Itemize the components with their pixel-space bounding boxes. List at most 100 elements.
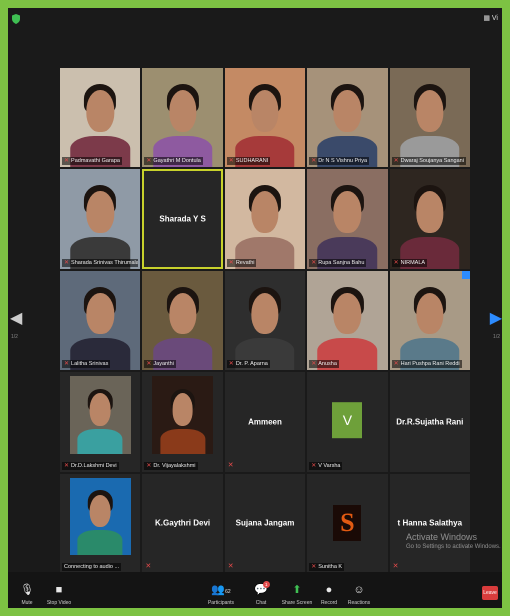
participant-tile[interactable]: Sharada Y S: [142, 169, 223, 269]
participant-name-label: ✕ Dwaraj Soujanya Sangani: [391, 157, 466, 166]
participant-face: [86, 292, 114, 335]
participant-name-label: Connecting to audio ...: [62, 563, 122, 571]
participant-name: Dr.R.Sujatha Rani: [396, 417, 464, 427]
participant-face: [416, 89, 444, 132]
previous-page-arrow-icon[interactable]: ◀: [10, 308, 22, 328]
participant-tile[interactable]: Ammeen ✕: [224, 372, 306, 472]
participant-name-label: ✕ Anusha: [309, 360, 339, 369]
participant-video: [307, 270, 388, 371]
participant-name: Sujana Jangam: [235, 518, 295, 528]
participant-name-label: ✕ Sunitha K: [309, 563, 345, 571]
participant-tile[interactable]: ✕ Anusha: [307, 270, 388, 371]
participant-tile[interactable]: ✕ NIRMALA: [389, 169, 470, 269]
muted-microphone-icon: ✕: [311, 158, 317, 165]
stop-video-button[interactable]: ■ Stop Video: [42, 583, 76, 606]
activate-windows-watermark: Activate Windows Go to Settings to activ…: [406, 532, 501, 550]
participant-video: [60, 270, 141, 371]
participant-video: [389, 68, 470, 168]
muted-microphone-icon: ✕: [64, 158, 70, 165]
participant-tile[interactable]: K.Gaythri Devi ✕: [142, 473, 223, 573]
participant-face: [86, 191, 114, 233]
encryption-shield-icon[interactable]: [12, 14, 20, 24]
participant-tile[interactable]: ✕ Dr. Vijayalakshmi: [142, 372, 223, 472]
participant-face: [168, 89, 197, 132]
participant-face: [172, 393, 193, 426]
participant-tile[interactable]: ✕ Gayathri M Dontula: [142, 68, 223, 168]
participant-video: [389, 270, 470, 371]
muted-microphone-icon: ✕: [227, 563, 234, 570]
muted-microphone-icon: ✕: [146, 462, 152, 469]
participant-video: [307, 68, 388, 168]
participant-name: t Hanna Salathya: [397, 518, 463, 528]
participant-face: [416, 191, 444, 233]
participant-tile[interactable]: ✕ Lalitha Srinivas: [60, 270, 141, 371]
video-camera-icon: ■: [55, 584, 63, 596]
participant-name-label: ✕ Dr. P. Aparna: [226, 360, 270, 369]
participant-avatar: V: [332, 402, 363, 439]
participant-name-label: ✕ Dr N S Vishnu Priya: [309, 157, 370, 166]
participant-face: [251, 89, 279, 132]
participant-face: [251, 292, 279, 335]
muted-microphone-icon: ✕: [64, 361, 70, 368]
participant-tile[interactable]: S ✕ Sunitha K: [307, 473, 388, 573]
participant-name-label: ✕ Gayathri M Dontula: [144, 157, 203, 166]
participant-face: [333, 89, 362, 132]
chat-button[interactable]: 💬 1 Chat: [244, 581, 278, 606]
participant-name-label: ✕ SUDHARANI: [226, 157, 271, 166]
participant-face: [251, 191, 279, 233]
participant-tile[interactable]: ✕ SUDHARANI: [224, 68, 306, 168]
muted-microphone-icon: ✕: [311, 259, 317, 266]
muted-microphone-icon: ✕: [311, 462, 317, 469]
participant-tile[interactable]: ✕ Hari Pushpa Rani Reddi: [389, 270, 470, 371]
share-screen-icon: ⬆: [292, 584, 302, 596]
participant-name-label: ✕ V Varsha: [309, 461, 343, 470]
participants-button[interactable]: 👥62 Participants: [204, 583, 238, 606]
page-indicator-left: 1/2: [11, 334, 18, 340]
participant-video: [60, 68, 141, 168]
muted-microphone-icon: ✕: [64, 259, 70, 266]
participant-name: Ammeen: [248, 417, 282, 427]
record-icon: ●: [325, 584, 333, 596]
participants-icon: 👥62: [211, 584, 231, 596]
participant-video: [389, 169, 470, 269]
muted-microphone-icon: ✕: [145, 563, 152, 570]
participant-video: [69, 376, 131, 454]
participant-name: Sharada Y S: [159, 214, 206, 224]
muted-microphone-icon: ✕: [311, 564, 317, 570]
participant-tile[interactable]: ✕ Rupa Sanjna Bahu: [307, 169, 388, 269]
muted-microphone-icon: ✕: [228, 361, 234, 368]
share-screen-button[interactable]: ⬆ Share Screen: [280, 583, 314, 606]
zoom-meeting-window: ▦ Vi ◀ 1/2 ▶ 1/2 ✕ Padmavathi Garapa ✕ Gaya…: [8, 8, 502, 608]
participant-tile[interactable]: t Hanna Salathya ✕: [389, 473, 470, 573]
participant-tile[interactable]: ✕ Dwaraj Soujanya Sangani: [389, 68, 470, 168]
muted-microphone-icon: ✕: [64, 462, 70, 469]
participant-video: [60, 169, 141, 269]
participant-name-label: ✕ Rupa Sanjna Bahu: [309, 258, 367, 267]
participant-tile[interactable]: ✕ Sharada Srinivas Thirumala: [60, 169, 141, 269]
leave-button[interactable]: Leave: [482, 586, 498, 600]
participant-tile[interactable]: ✕ Padmavathi Garapa: [60, 68, 141, 168]
reactions-button[interactable]: ☺ Reactions: [342, 583, 376, 606]
participant-avatar: S: [333, 505, 362, 542]
mute-button[interactable]: 🎙 Mute: [10, 583, 44, 606]
participant-tile[interactable]: ✕ Dr. P. Aparna: [224, 270, 306, 371]
participant-tile[interactable]: ✕ Dr N S Vishnu Priya: [307, 68, 388, 168]
view-button[interactable]: ▦ Vi: [483, 14, 498, 22]
participant-tile[interactable]: Sujana Jangam ✕: [224, 473, 306, 573]
participant-tile[interactable]: ✕ Dr.D.Lakshmi Devi: [60, 372, 141, 472]
participant-video: [307, 169, 388, 269]
chat-icon: 💬: [254, 584, 268, 596]
muted-microphone-icon: ✕: [228, 158, 234, 165]
next-page-arrow-icon[interactable]: ▶: [490, 308, 502, 328]
participant-video: [142, 68, 223, 168]
participant-face: [416, 292, 444, 335]
participant-tile[interactable]: Dr.R.Sujatha Rani: [389, 372, 470, 472]
record-button[interactable]: ● Record: [312, 583, 346, 606]
participant-face: [89, 393, 111, 426]
participant-tile[interactable]: Connecting to audio ...: [60, 473, 141, 573]
participant-tile[interactable]: V ✕ V Varsha: [307, 372, 388, 472]
participant-tile[interactable]: ✕ Revathi: [224, 169, 306, 269]
participant-tile[interactable]: ✕ Jayanthi: [142, 270, 223, 371]
participant-name-label: ✕ Revathi: [226, 258, 257, 267]
participant-name-label: ✕ Sharada Srinivas Thirumala: [62, 258, 139, 267]
